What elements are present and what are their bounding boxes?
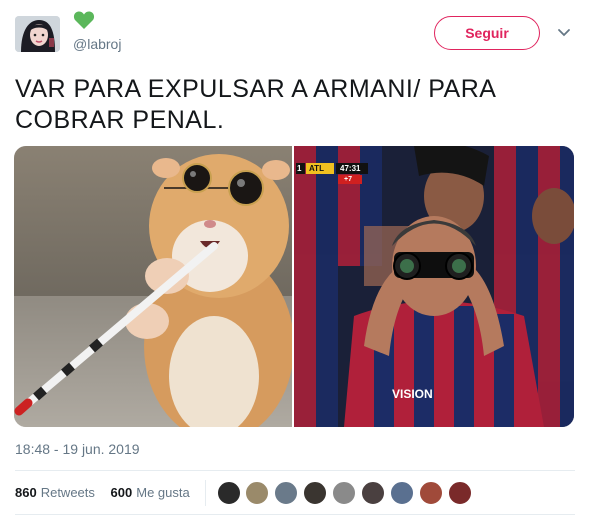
liker-avatar[interactable] <box>274 481 298 505</box>
liker-avatar[interactable] <box>303 481 327 505</box>
likes-count: 600 <box>110 485 133 500</box>
retweets-stat[interactable]: 860 Retweets <box>15 485 95 500</box>
green-heart-icon <box>73 11 95 29</box>
divider <box>15 470 575 471</box>
liker-avatar[interactable] <box>419 481 443 505</box>
likes-label: Me gusta <box>136 485 190 500</box>
liker-avatar[interactable] <box>217 481 241 505</box>
scoreboard-extra: +7 <box>344 176 352 183</box>
binoculars-photo[interactable]: VISION 1 ATL 47:31 +7 <box>294 146 574 427</box>
user-handle[interactable]: @labroj <box>73 36 121 52</box>
scoreboard-team: ATL <box>309 164 324 173</box>
tweet-media[interactable]: VISION 1 ATL 47:31 +7 <box>14 146 574 427</box>
retweets-label: Retweets <box>40 485 95 500</box>
liker-avatar[interactable] <box>448 481 472 505</box>
liker-avatar[interactable] <box>361 481 385 505</box>
retweets-count: 860 <box>15 485 37 500</box>
divider <box>15 514 575 515</box>
liker-avatar[interactable] <box>245 481 269 505</box>
tweet-text: VAR PARA EXPULSAR A ARMANI/ PARA COBRAR … <box>15 75 496 134</box>
tweet-header: @labroj Seguir <box>0 0 593 62</box>
avatar[interactable] <box>15 16 60 52</box>
hamster-photo[interactable] <box>14 146 294 427</box>
likes-stat[interactable]: 600 Me gusta <box>111 485 190 500</box>
tweet-stats: 860 Retweets 600 Me gusta <box>15 485 202 500</box>
stats-separator <box>205 480 206 506</box>
follow-button[interactable]: Seguir <box>434 16 540 50</box>
liker-avatar[interactable] <box>332 481 356 505</box>
svg-text:VISION: VISION <box>392 387 433 401</box>
scoreboard-clock: 47:31 <box>340 164 361 173</box>
chevron-down-icon[interactable] <box>557 28 571 38</box>
liker-avatar[interactable] <box>390 481 414 505</box>
tweet-timestamp[interactable]: 18:48 - 19 jun. 2019 <box>15 441 140 457</box>
scoreboard-score: 1 <box>297 164 302 173</box>
